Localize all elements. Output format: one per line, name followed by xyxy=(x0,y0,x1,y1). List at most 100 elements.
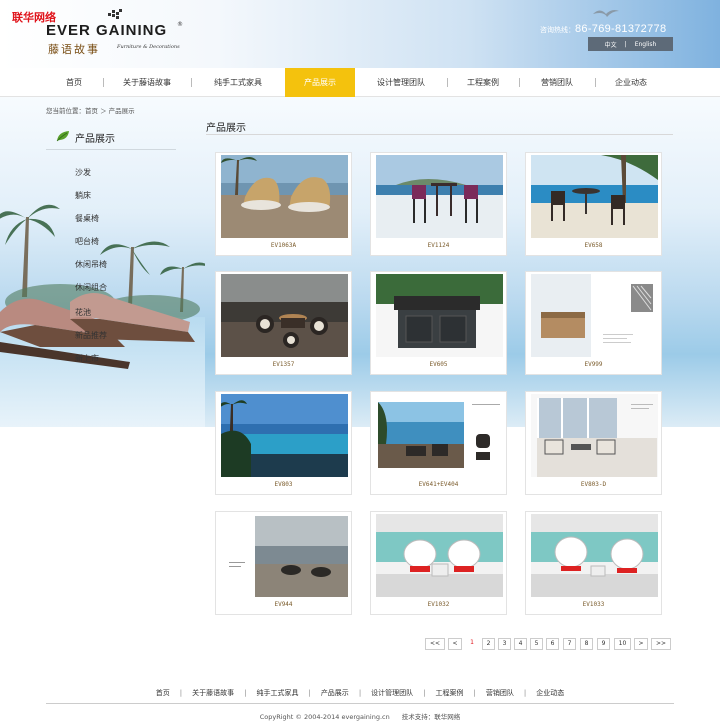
product-card[interactable]: EV999 xyxy=(525,271,662,375)
pager-last[interactable]: >> xyxy=(651,638,671,650)
leaf-icon xyxy=(56,131,69,142)
product-image[interactable] xyxy=(531,155,658,238)
product-image[interactable] xyxy=(221,394,348,477)
logo-mark-icon xyxy=(108,9,122,19)
copyright-text: CopyRight © 2004-2014 evergaining.cn xyxy=(259,713,390,721)
product-card[interactable]: EV1124 xyxy=(370,152,507,256)
product-code[interactable]: EV1124 xyxy=(371,242,506,249)
content-title: 产品展示 xyxy=(206,123,246,134)
tech-support[interactable]: 技术支持：联华网络 xyxy=(402,713,461,721)
brand-name-cn[interactable]: 藤语故事 xyxy=(48,41,100,57)
product-card[interactable]: EV803-D xyxy=(525,391,662,495)
pager-page[interactable]: 4 xyxy=(514,638,527,650)
sidebar-item-new-recommend[interactable]: 新品推荐 xyxy=(75,330,107,341)
product-image[interactable] xyxy=(531,514,658,597)
sidebar-header: 产品展示 xyxy=(46,128,176,150)
product-image[interactable] xyxy=(221,155,348,238)
product-code[interactable]: EV1063A xyxy=(216,242,351,249)
nav-item-design-team[interactable]: 设计管理团队 xyxy=(356,68,446,97)
nav-item-projects[interactable]: 工程案例 xyxy=(448,68,518,97)
nav-item-sales-team[interactable]: 营销团队 xyxy=(520,68,594,97)
product-card[interactable]: EV605 xyxy=(370,271,507,375)
nav-item-products[interactable]: 产品展示 xyxy=(285,68,355,97)
product-code[interactable]: EV1032 xyxy=(371,601,506,608)
footer-separator: | xyxy=(308,689,311,697)
breadcrumb: 您当前位置：首页 ＞ 产品展示 xyxy=(46,107,135,115)
footer-link-handmade[interactable]: 纯手工式家具 xyxy=(256,689,298,697)
pager-page[interactable]: 7 xyxy=(563,638,576,650)
product-code[interactable]: EV803 xyxy=(216,481,351,488)
hotline-label: 咨询热线： xyxy=(540,26,575,34)
product-image[interactable] xyxy=(376,514,503,597)
product-image[interactable] xyxy=(376,155,503,238)
sidebar-item-leisure-set[interactable]: 休闲组合 xyxy=(75,282,107,293)
nav-item-handmade[interactable]: 纯手工式家具 xyxy=(192,68,284,97)
sidebar-item-planter[interactable]: 花池 xyxy=(75,307,91,318)
nav-item-about[interactable]: 关于藤语故事 xyxy=(104,68,190,97)
footer-link-products[interactable]: 产品展示 xyxy=(321,689,349,697)
brand-name-en[interactable]: EVER GAINING xyxy=(46,22,167,39)
product-card[interactable]: EV1033 xyxy=(525,511,662,615)
product-code[interactable]: EV605 xyxy=(371,361,506,368)
lang-chinese[interactable]: 中文 xyxy=(601,40,621,49)
product-code[interactable]: EV641+EV404 xyxy=(371,481,506,488)
pager-first[interactable]: << xyxy=(425,638,445,650)
footer-separator: | xyxy=(523,689,527,697)
sidebar-item-hanging-chair[interactable]: 休闲吊椅 xyxy=(75,259,107,270)
product-image[interactable] xyxy=(376,394,503,477)
registered-mark: ® xyxy=(177,21,183,28)
footer-link-design-team[interactable]: 设计管理团队 xyxy=(371,689,413,697)
footer-separator: | xyxy=(423,689,426,697)
seagull-icon xyxy=(593,10,619,17)
pager-prev[interactable]: < xyxy=(448,638,462,650)
pager-page[interactable]: 5 xyxy=(530,638,543,650)
sidebar-item-dining[interactable]: 餐桌椅 xyxy=(75,213,99,224)
product-card[interactable]: EV803 xyxy=(215,391,352,495)
product-card[interactable]: EV1063A xyxy=(215,152,352,256)
product-card[interactable]: EV641+EV404 xyxy=(370,391,507,495)
nav-item-home[interactable]: 首页 xyxy=(46,68,102,97)
product-image[interactable] xyxy=(531,394,658,477)
nav-item-news[interactable]: 企业动态 xyxy=(596,68,666,97)
footer-link-projects[interactable]: 工程案例 xyxy=(436,689,464,697)
product-code[interactable]: EV1033 xyxy=(526,601,661,608)
product-image[interactable] xyxy=(221,274,348,357)
pager-page[interactable]: 9 xyxy=(597,638,610,650)
site-header: 联华网络 EVER GAINING ® 藤语故事 Furniture & Dec… xyxy=(0,0,720,68)
pager-page[interactable]: 10 xyxy=(614,638,631,650)
pager-page[interactable]: 6 xyxy=(546,638,559,650)
pager-page-current: 1 xyxy=(470,639,474,646)
product-code[interactable]: EV999 xyxy=(526,361,661,368)
sidebar-item-lounger[interactable]: 躺床 xyxy=(75,190,91,201)
pager-next[interactable]: > xyxy=(634,638,648,650)
content-divider xyxy=(206,134,673,135)
footer-separator: | xyxy=(179,689,183,697)
product-card[interactable]: EV658 xyxy=(525,152,662,256)
product-code[interactable]: EV803-D xyxy=(526,481,661,488)
footer-link-news[interactable]: 企业动态 xyxy=(536,689,564,697)
brand-tagline: Furniture & Decorations xyxy=(117,44,180,50)
pager-page[interactable]: 8 xyxy=(580,638,593,650)
main-nav: 首页 关于藤语故事 纯手工式家具 产品展示 设计管理团队 工程案例 营销团队 企… xyxy=(0,68,720,97)
footer-link-about[interactable]: 关于藤语故事 xyxy=(192,689,234,697)
product-image[interactable] xyxy=(376,274,503,357)
sidebar-item-sofa[interactable]: 沙发 xyxy=(75,167,91,178)
lang-english[interactable]: English xyxy=(631,41,661,48)
footer-link-sales-team[interactable]: 营销团队 xyxy=(486,689,514,697)
pager-page[interactable]: 3 xyxy=(498,638,511,650)
product-image[interactable] xyxy=(221,514,348,597)
hotline: 咨询热线：86-769-81372778 xyxy=(540,23,666,35)
product-card[interactable]: EV1357 xyxy=(215,271,352,375)
pager-page[interactable]: 2 xyxy=(482,638,495,650)
product-code[interactable]: EV944 xyxy=(216,601,351,608)
sidebar-item-new-arrivals[interactable]: 新上市 xyxy=(75,353,99,364)
product-card[interactable]: EV1032 xyxy=(370,511,507,615)
product-card[interactable]: EV944 xyxy=(215,511,352,615)
product-code[interactable]: EV658 xyxy=(526,242,661,249)
product-image[interactable] xyxy=(531,274,658,357)
language-switcher: 中文 | English xyxy=(588,37,673,51)
sidebar-item-bar-chair[interactable]: 吧台椅 xyxy=(75,236,99,247)
hotline-number: 86-769-81372778 xyxy=(575,23,667,35)
product-code[interactable]: EV1357 xyxy=(216,361,351,368)
footer-link-home[interactable]: 首页 xyxy=(156,689,170,697)
